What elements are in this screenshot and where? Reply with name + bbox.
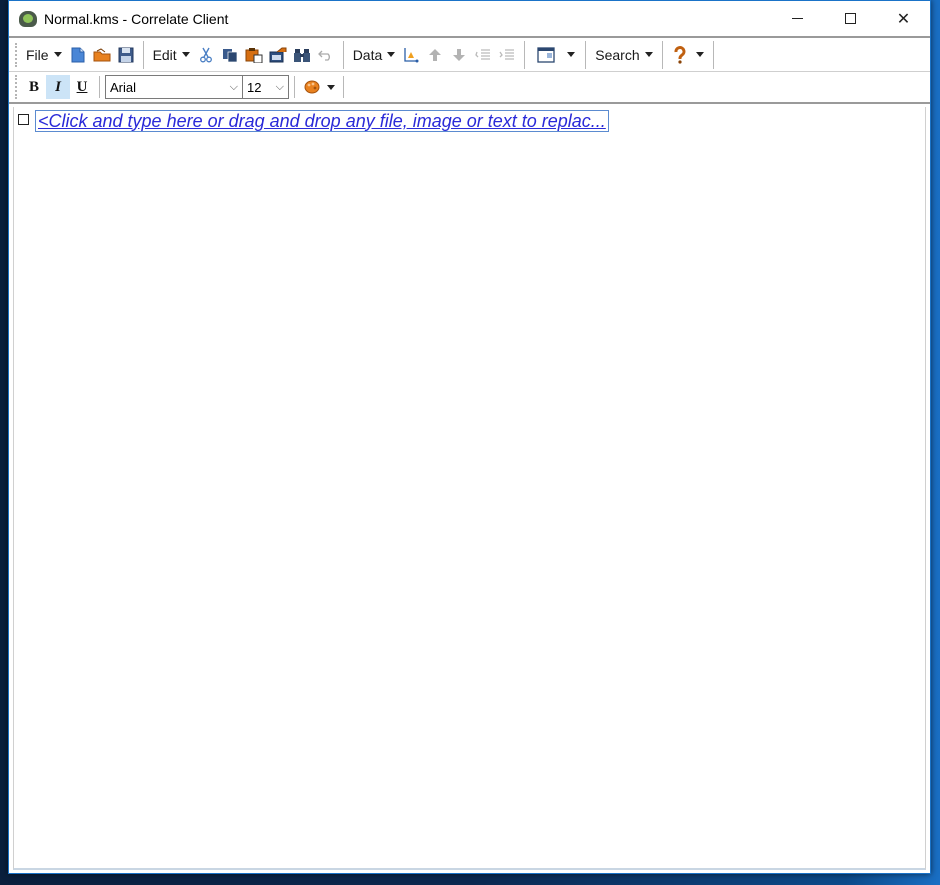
file-menu-label: File	[26, 46, 49, 63]
cut-icon	[199, 47, 212, 62]
indent-button[interactable]	[496, 43, 518, 67]
outdent-button[interactable]	[472, 43, 494, 67]
outline-bullet-checkbox[interactable]	[18, 113, 29, 125]
edit-menu[interactable]: Edit	[149, 43, 194, 67]
color-palette-icon	[304, 80, 320, 94]
close-button[interactable]: ✕	[877, 1, 930, 36]
find-button[interactable]	[291, 43, 313, 67]
search-menu[interactable]: Search	[591, 43, 656, 67]
open-folder-icon	[93, 47, 111, 61]
undo-icon	[317, 50, 330, 61]
toolbar-separator	[524, 40, 526, 69]
color-button[interactable]	[301, 75, 323, 99]
toolbar-grip[interactable]	[15, 42, 18, 67]
layout-dropdown[interactable]	[563, 43, 579, 67]
minimize-icon	[792, 18, 803, 19]
app-logo-icon	[19, 10, 37, 27]
chevron-down-icon: ⌵	[229, 80, 238, 93]
move-down-button[interactable]	[448, 43, 470, 67]
save-icon	[118, 47, 134, 62]
binoculars-icon	[293, 48, 310, 62]
chevron-down-icon	[181, 52, 190, 57]
bold-icon: B	[28, 78, 39, 95]
toolbar-separator	[661, 40, 663, 69]
app-window: Normal.kms - Correlate Client ✕ File Edi…	[8, 0, 931, 874]
toolbar-separator	[99, 76, 100, 98]
paste-special-icon	[269, 47, 287, 62]
chevron-down-icon	[387, 52, 396, 57]
chevron-down-icon	[695, 52, 704, 57]
font-name-value: Arial	[110, 79, 137, 95]
font-size-select[interactable]: 12 ⌵	[243, 75, 289, 99]
paste-button[interactable]	[243, 43, 265, 67]
outdent-icon	[475, 48, 491, 60]
maximize-button[interactable]	[824, 1, 877, 36]
main-toolbar: File Edit Data Search	[9, 38, 930, 72]
undo-button[interactable]	[315, 43, 337, 67]
indent-icon	[499, 48, 515, 60]
move-up-button[interactable]	[424, 43, 446, 67]
file-menu[interactable]: File	[22, 43, 66, 67]
paste-special-button[interactable]	[267, 43, 289, 67]
format-toolbar: B I U Arial ⌵ 12 ⌵	[9, 72, 930, 104]
toolbar-separator	[585, 40, 587, 69]
help-icon	[674, 45, 686, 64]
chevron-down-icon	[53, 52, 62, 57]
arrow-down-icon	[453, 48, 466, 61]
toolbar-separator	[142, 40, 144, 69]
close-icon: ✕	[896, 9, 911, 28]
toolbar-separator	[712, 40, 714, 69]
help-dropdown[interactable]	[693, 43, 707, 67]
copy-button[interactable]	[219, 43, 241, 67]
italic-icon: I	[55, 78, 61, 95]
data-menu-label: Data	[352, 46, 383, 63]
toolbar-separator	[294, 76, 295, 98]
italic-button[interactable]: I	[46, 75, 70, 99]
chevron-down-icon	[644, 52, 653, 57]
color-dropdown[interactable]	[325, 75, 337, 99]
maximize-icon	[845, 13, 856, 24]
paste-icon	[245, 47, 263, 63]
toolbar-grip[interactable]	[15, 75, 18, 99]
layout-icon	[537, 46, 555, 63]
data-menu[interactable]: Data	[349, 43, 400, 67]
underline-icon: U	[76, 78, 88, 95]
help-button[interactable]	[669, 43, 691, 67]
bold-button[interactable]: B	[22, 75, 46, 99]
document-area[interactable]: <Click and type here or drag and drop an…	[13, 107, 926, 870]
window-controls: ✕	[771, 1, 930, 36]
edit-menu-label: Edit	[152, 46, 177, 63]
outline-item[interactable]: <Click and type here or drag and drop an…	[18, 110, 925, 132]
new-document-button[interactable]	[67, 43, 89, 67]
toolbar-separator	[342, 40, 344, 69]
open-button[interactable]	[91, 43, 113, 67]
toolbar-area: File Edit Data Search B I U Arial ⌵ 12 ⌵	[9, 36, 930, 104]
chevron-down-icon	[567, 52, 576, 57]
cut-button[interactable]	[195, 43, 217, 67]
minimize-button[interactable]	[771, 1, 824, 36]
chart-icon	[404, 47, 419, 62]
title-bar: Normal.kms - Correlate Client ✕	[9, 1, 930, 36]
underline-button[interactable]: U	[70, 75, 94, 99]
window-title: Normal.kms - Correlate Client	[44, 10, 229, 27]
toolbar-separator	[343, 76, 344, 98]
arrow-up-icon	[429, 48, 442, 61]
placeholder-text[interactable]: <Click and type here or drag and drop an…	[35, 110, 609, 132]
layout-button[interactable]	[531, 43, 561, 67]
search-menu-label: Search	[595, 46, 640, 63]
font-size-value: 12	[247, 79, 262, 95]
save-button[interactable]	[115, 43, 137, 67]
chart-button[interactable]	[400, 43, 422, 67]
chevron-down-icon: ⌵	[275, 80, 284, 93]
font-name-select[interactable]: Arial ⌵	[105, 75, 243, 99]
chevron-down-icon	[327, 84, 335, 90]
copy-icon	[222, 48, 238, 62]
new-document-icon	[71, 47, 85, 62]
